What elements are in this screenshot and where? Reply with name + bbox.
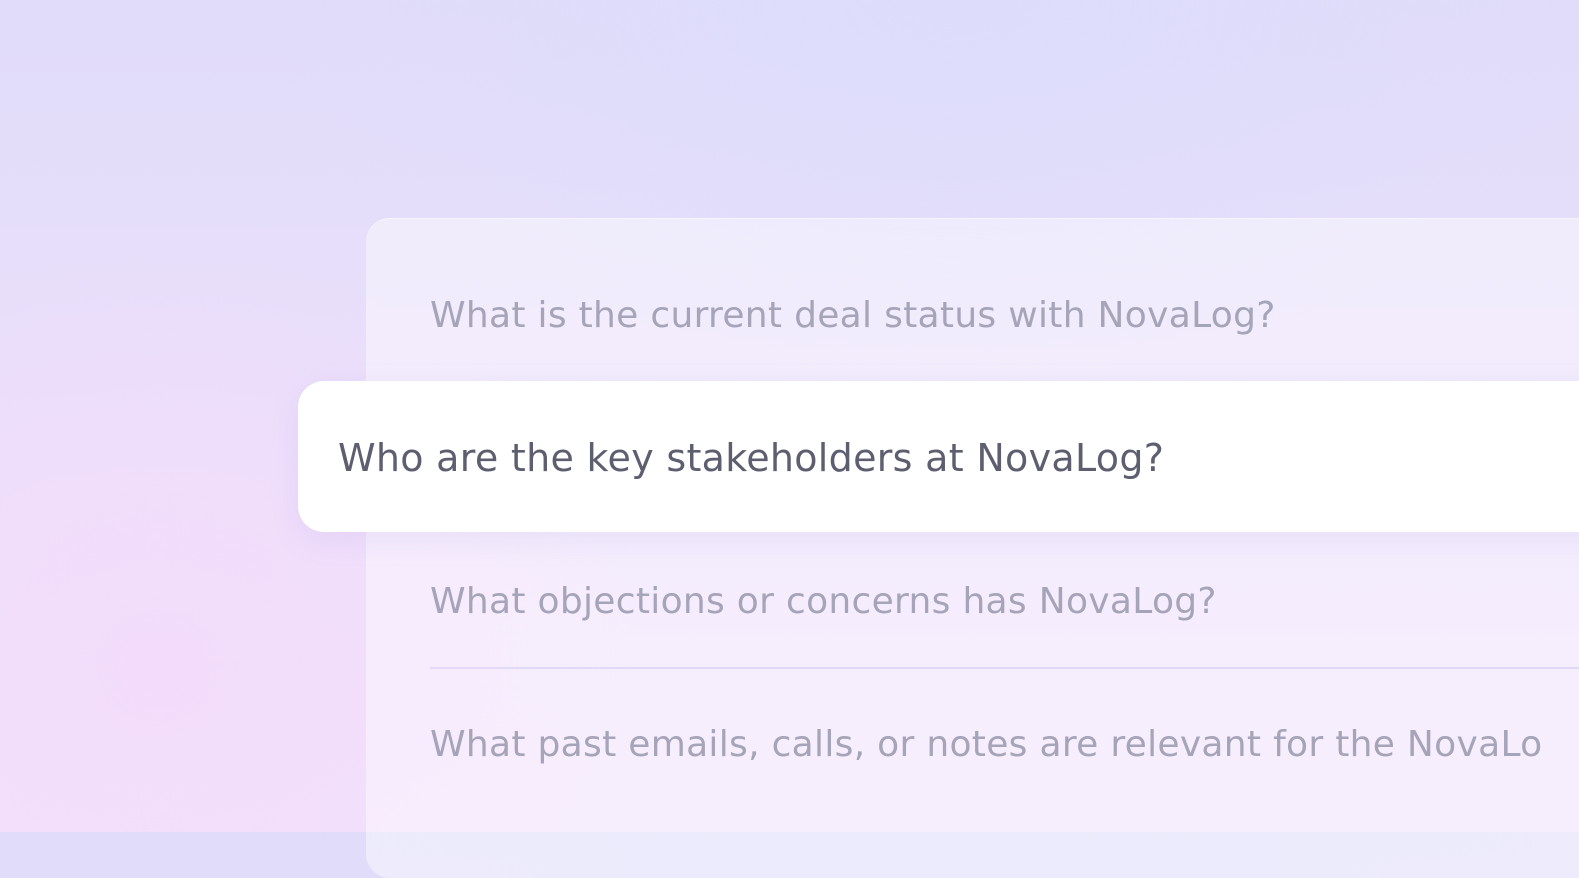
suggestion-item-label: Who are the key stakeholders at NovaLog? bbox=[338, 436, 1165, 480]
suggestion-item-past-communications[interactable]: What past emails, calls, or notes are re… bbox=[430, 723, 1543, 767]
suggestion-item-deal-status[interactable]: What is the current deal status with Nov… bbox=[430, 294, 1276, 338]
suggestion-item-objections[interactable]: What objections or concerns has NovaLog? bbox=[430, 580, 1217, 624]
divider bbox=[430, 667, 1579, 669]
suggestion-item-stakeholders-highlighted[interactable]: Who are the key stakeholders at NovaLog? bbox=[298, 381, 1579, 532]
